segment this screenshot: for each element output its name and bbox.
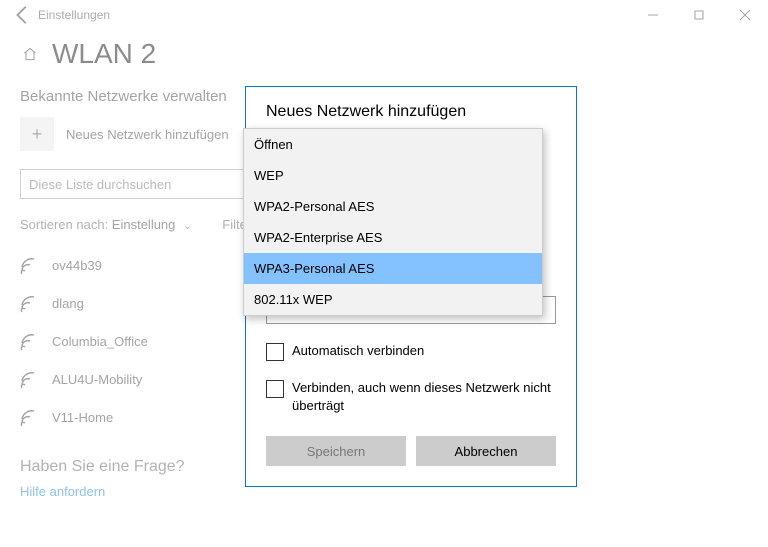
search-wrap <box>20 169 266 199</box>
search-input[interactable] <box>20 169 266 199</box>
auto-connect-label: Automatisch verbinden <box>292 342 556 360</box>
close-button[interactable] <box>722 0 768 30</box>
plus-icon: + <box>20 117 54 151</box>
wifi-icon <box>20 369 40 389</box>
back-button[interactable] <box>12 4 34 26</box>
auto-connect-row[interactable]: Automatisch verbinden <box>266 342 556 361</box>
dropdown-item[interactable]: WPA2-Enterprise AES <box>244 222 542 253</box>
chevron-down-icon: ⌄ <box>183 220 192 232</box>
dropdown-item-selected[interactable]: WPA3-Personal AES <box>244 253 542 284</box>
dropdown-item[interactable]: Öffnen <box>244 129 542 160</box>
wifi-icon <box>20 255 40 275</box>
maximize-button[interactable] <box>676 0 722 30</box>
wifi-icon <box>20 331 40 351</box>
security-type-dropdown[interactable]: Öffnen WEP WPA2-Personal AES WPA2-Enterp… <box>243 128 543 316</box>
dropdown-item[interactable]: WPA2-Personal AES <box>244 191 542 222</box>
connect-hidden-row[interactable]: Verbinden, auch wenn dieses Netzwerk nic… <box>266 379 556 414</box>
checkbox-icon <box>266 343 284 361</box>
dropdown-item[interactable]: 802.11x WEP <box>244 284 542 315</box>
network-name: dlang <box>52 296 84 311</box>
sort-value: Einstellung <box>112 217 176 232</box>
save-button[interactable]: Speichern <box>266 436 406 466</box>
network-name: ALU4U-Mobility <box>52 372 142 387</box>
minimize-button[interactable] <box>630 0 676 30</box>
sort-prefix: Sortieren nach: <box>20 217 108 232</box>
dropdown-item[interactable]: WEP <box>244 160 542 191</box>
network-name: Columbia_Office <box>52 334 148 349</box>
window-controls <box>630 0 768 30</box>
cancel-button[interactable]: Abbrechen <box>416 436 556 466</box>
add-network-label: Neues Netzwerk hinzufügen <box>66 127 229 142</box>
checkbox-icon <box>266 380 284 398</box>
wifi-icon <box>20 293 40 313</box>
page-header: WLAN 2 <box>0 30 768 88</box>
wifi-icon <box>20 407 40 427</box>
connect-hidden-label: Verbinden, auch wenn dieses Netzwerk nic… <box>292 379 556 414</box>
page-title: WLAN 2 <box>52 38 156 70</box>
home-icon[interactable] <box>20 44 40 64</box>
network-name: V11-Home <box>52 410 113 425</box>
title-bar: Einstellungen <box>0 0 768 30</box>
dialog-title: Neues Netzwerk hinzufügen <box>266 103 556 131</box>
sort-dropdown[interactable]: Sortieren nach: Einstellung ⌄ <box>20 217 192 232</box>
window-title: Einstellungen <box>34 8 630 22</box>
network-name: ov44b39 <box>52 258 102 273</box>
dialog-buttons: Speichern Abbrechen <box>266 436 556 466</box>
